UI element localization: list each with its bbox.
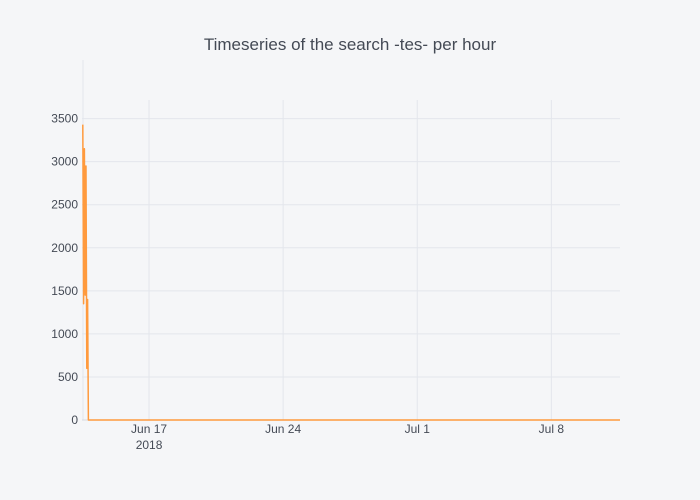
x-tick-label: Jul 1 — [405, 422, 431, 436]
x-tick-sublabel: 2018 — [136, 438, 163, 452]
y-tick-label: 500 — [58, 370, 78, 384]
y-tick-label: 1000 — [51, 327, 78, 341]
x-tick-label: Jun 17 — [131, 422, 167, 436]
x-tick-label: Jun 24 — [265, 422, 301, 436]
y-tick-label: 2500 — [51, 198, 78, 212]
chart-container: Jun 17 2018 Jun 24 Jul 1 Jul 8 0 500 1000 1500 2… — [0, 0, 700, 500]
timeseries-chart: Jun 17 2018 Jun 24 Jul 1 Jul 8 0 500 1000 1500 2… — [0, 0, 700, 500]
y-tick-label: 3000 — [51, 155, 78, 169]
chart-background — [0, 0, 700, 500]
x-tick-label: Jul 8 — [539, 422, 565, 436]
y-tick-label: 3500 — [51, 112, 78, 126]
y-tick-label: 2000 — [51, 241, 78, 255]
y-tick-label: 1500 — [51, 284, 78, 298]
chart-title: Timeseries of the search -tes- per hour — [204, 35, 497, 54]
y-tick-label: 0 — [71, 413, 78, 427]
